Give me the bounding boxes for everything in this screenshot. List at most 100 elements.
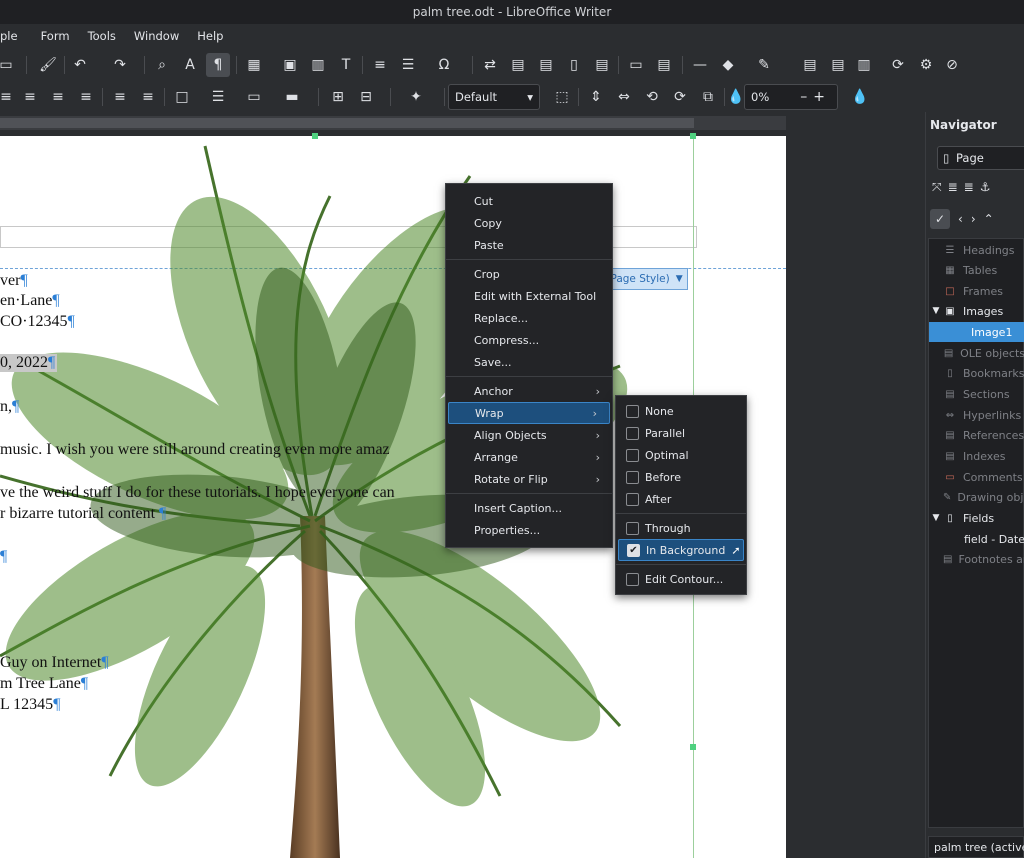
- wrap-parallel[interactable]: Parallel: [616, 422, 746, 444]
- tree-image1[interactable]: Image1: [929, 322, 1024, 342]
- rotate-left-icon[interactable]: ⟲: [640, 85, 664, 109]
- wrap-through[interactable]: Through: [616, 517, 746, 539]
- image-filter-icon[interactable]: ✦: [404, 85, 428, 109]
- hyperlink-icon[interactable]: ⇄: [478, 53, 502, 77]
- flip-vertical-icon[interactable]: ⇕: [584, 85, 608, 109]
- rotate-right-icon[interactable]: ⟳: [668, 85, 692, 109]
- menu-crop[interactable]: Crop: [446, 263, 612, 285]
- tree-references[interactable]: ▤ References: [929, 425, 1024, 445]
- list-box-icon[interactable]: ≣: [964, 180, 974, 200]
- tree-footnotes[interactable]: ▤ Footnotes an: [929, 549, 1024, 569]
- wrap-before[interactable]: Before: [616, 466, 746, 488]
- spelling-icon[interactable]: A: [178, 53, 202, 77]
- resize-handle-top-right[interactable]: [690, 133, 696, 139]
- save-icon[interactable]: ▭: [0, 53, 18, 77]
- menu-format[interactable]: ple: [0, 29, 27, 43]
- zotero-insert-bibliography-icon[interactable]: ▤: [826, 53, 850, 77]
- menu-rotate-flip[interactable]: Rotate or Flip ›: [446, 468, 612, 490]
- tree-hyperlinks[interactable]: ⇔ Hyperlinks: [929, 405, 1024, 425]
- horizontal-ruler[interactable]: [0, 116, 786, 130]
- image-mode-icon[interactable]: 💧: [848, 85, 872, 109]
- wrap-after[interactable]: After: [616, 488, 746, 510]
- tree-ole-objects[interactable]: ▤ OLE objects: [929, 343, 1024, 363]
- menu-anchor[interactable]: Anchor ›: [446, 380, 612, 402]
- next-icon[interactable]: ›: [971, 212, 976, 226]
- menu-form[interactable]: Form: [27, 29, 79, 43]
- tree-images[interactable]: ▼ ▣ Images: [929, 301, 1024, 321]
- bookmark-icon[interactable]: ▯: [562, 53, 586, 77]
- menu-wrap[interactable]: Wrap ›: [448, 402, 610, 424]
- insert-page-break-icon[interactable]: ≡: [368, 53, 392, 77]
- crop-icon[interactable]: ⬚: [550, 85, 574, 109]
- border-style-icon[interactable]: ☰: [206, 85, 230, 109]
- borders-icon[interactable]: □: [170, 85, 194, 109]
- tree-comments[interactable]: ▭ Comments: [929, 467, 1024, 487]
- menu-save[interactable]: Save...: [446, 351, 612, 373]
- in-background-icon[interactable]: ≡: [136, 85, 160, 109]
- track-changes-icon[interactable]: ▤: [652, 53, 676, 77]
- insert-line-icon[interactable]: —: [688, 53, 712, 77]
- outline-level-icon[interactable]: ≣: [948, 180, 958, 200]
- border-color-icon[interactable]: ▭: [242, 85, 266, 109]
- expand-icon[interactable]: ▼: [929, 513, 943, 523]
- wrap-in-background[interactable]: ✔ In Background ➚: [618, 539, 744, 561]
- tree-drawing-objects[interactable]: ✎ Drawing obje: [929, 487, 1024, 507]
- menu-tools[interactable]: Tools: [79, 29, 125, 43]
- optimal-wrap-icon[interactable]: ≡: [46, 85, 70, 109]
- insert-textbox-icon[interactable]: T: [334, 53, 358, 77]
- area-color-icon[interactable]: ▬: [280, 85, 304, 109]
- comment-icon[interactable]: ▭: [624, 53, 648, 77]
- menu-cut[interactable]: Cut: [446, 190, 612, 212]
- redo-icon[interactable]: ↷: [108, 53, 132, 77]
- active-document-selector[interactable]: palm tree (active): [928, 836, 1024, 858]
- zotero-preferences-icon[interactable]: ⚙: [914, 53, 938, 77]
- anchor-icon[interactable]: ⚓: [980, 180, 991, 200]
- tree-bookmarks[interactable]: ▯ Bookmarks: [929, 363, 1024, 383]
- image-mode-combo[interactable]: Default ▾: [448, 84, 540, 110]
- find-replace-icon[interactable]: ⌕: [150, 53, 174, 77]
- menu-help[interactable]: Help: [188, 29, 232, 43]
- tree-headings[interactable]: ☰ Headings: [929, 240, 1024, 260]
- menu-replace[interactable]: Replace...: [446, 307, 612, 329]
- zotero-insert-citation-icon[interactable]: ▤: [798, 53, 822, 77]
- special-character-icon[interactable]: Ω: [432, 53, 456, 77]
- insert-table-icon[interactable]: ▦: [242, 53, 266, 77]
- tree-indexes[interactable]: ▤ Indexes: [929, 446, 1024, 466]
- check-icon[interactable]: ✓: [930, 209, 950, 229]
- basic-shapes-icon[interactable]: ◆: [716, 53, 740, 77]
- wrap-optimal[interactable]: Optimal: [616, 444, 746, 466]
- footnote-icon[interactable]: ▤: [506, 53, 530, 77]
- menu-insert-caption[interactable]: Insert Caption...: [446, 497, 612, 519]
- promote-icon[interactable]: ⌃: [984, 212, 994, 226]
- tree-tables[interactable]: ▦ Tables: [929, 260, 1024, 280]
- transparency-spinbox[interactable]: 0% –+: [744, 84, 838, 110]
- navigate-by-combo[interactable]: ▯ Page: [937, 146, 1024, 170]
- menu-align-objects[interactable]: Align Objects ›: [446, 424, 612, 446]
- menu-window[interactable]: Window: [125, 29, 188, 43]
- menu-properties[interactable]: Properties...: [446, 519, 612, 541]
- wrap-left-icon[interactable]: ≡: [74, 85, 98, 109]
- insert-chart-icon[interactable]: ▥: [306, 53, 330, 77]
- page-wrap-icon[interactable]: ≡: [18, 85, 42, 109]
- zotero-refresh-icon[interactable]: ▥: [852, 53, 876, 77]
- zotero-note-icon[interactable]: ⊘: [940, 53, 964, 77]
- menu-copy[interactable]: Copy: [446, 212, 612, 234]
- menu-compress[interactable]: Compress...: [446, 329, 612, 351]
- flip-horizontal-icon[interactable]: ⇔: [612, 85, 636, 109]
- tree-frames[interactable]: □ Frames: [929, 281, 1024, 301]
- wrap-through-icon[interactable]: ≡: [108, 85, 132, 109]
- endnote-icon[interactable]: ▤: [534, 53, 558, 77]
- wrap-none[interactable]: None: [616, 400, 746, 422]
- spin-buttons[interactable]: –+: [800, 89, 831, 105]
- menu-edit-external[interactable]: Edit with External Tool: [446, 285, 612, 307]
- tree-field-date[interactable]: field - Date: [929, 529, 1024, 549]
- zotero-unlink-icon[interactable]: ⟳: [886, 53, 910, 77]
- insert-field-icon[interactable]: ☰: [396, 53, 420, 77]
- cross-reference-icon[interactable]: ▤: [590, 53, 614, 77]
- menu-arrange[interactable]: Arrange ›: [446, 446, 612, 468]
- undo-icon[interactable]: ↶: [68, 53, 92, 77]
- toggle-icon[interactable]: ⤧: [932, 180, 942, 200]
- wrap-edit-contour[interactable]: Edit Contour...: [616, 568, 746, 590]
- draw-functions-icon[interactable]: ✎: [752, 53, 776, 77]
- tree-fields[interactable]: ▼ ▯ Fields: [929, 508, 1024, 528]
